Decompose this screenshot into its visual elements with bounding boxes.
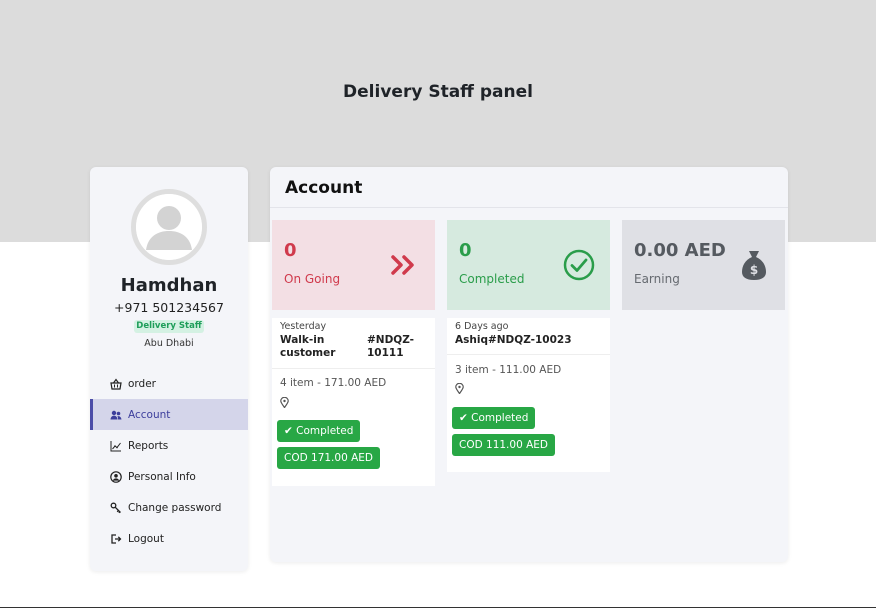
sidebar-menu: order Account Reports Personal Info Chan… bbox=[90, 368, 248, 554]
profile-location: Abu Dhabi bbox=[144, 338, 194, 349]
location-pin-icon bbox=[280, 397, 289, 408]
chart-icon bbox=[109, 439, 122, 452]
order-card[interactable]: 6 Days ago Ashiq#NDQZ-10023 3 item - 111… bbox=[447, 318, 610, 472]
profile-phone: +971 501234567 bbox=[114, 300, 224, 315]
money-bag-icon: $ bbox=[742, 251, 766, 280]
location-pin-icon bbox=[455, 383, 464, 394]
role-badge: Delivery Staff bbox=[134, 320, 204, 333]
logout-icon bbox=[109, 532, 122, 545]
order-summary: 3 item - 111.00 AED bbox=[455, 364, 562, 376]
order-customer-line: Walk-in bbox=[280, 334, 325, 346]
user-avatar-icon bbox=[136, 194, 202, 260]
order-customer: Walk-in customer bbox=[280, 334, 335, 360]
account-panel: Account 0 On Going 0 Completed 0.00 AED … bbox=[270, 167, 788, 562]
cod-payment-button[interactable]: COD 111.00 AED bbox=[452, 434, 555, 456]
sidebar-item-change-password[interactable]: Change password bbox=[90, 492, 248, 523]
profile-name: Hamdhan bbox=[120, 275, 218, 296]
panel-title: Account bbox=[285, 178, 363, 198]
page-title: Delivery Staff panel bbox=[343, 82, 533, 102]
stat-value: 0.00 AED bbox=[634, 240, 726, 261]
user-circle-icon bbox=[109, 470, 122, 483]
basket-icon bbox=[109, 377, 122, 390]
stat-value: 0 bbox=[459, 240, 472, 261]
stat-label: On Going bbox=[284, 272, 341, 286]
order-id-line: #NDQZ- bbox=[367, 334, 415, 346]
stat-card-completed[interactable]: 0 Completed bbox=[447, 220, 610, 310]
order-id-line: 10111 bbox=[367, 347, 404, 359]
stat-card-ongoing[interactable]: 0 On Going bbox=[272, 220, 435, 310]
sidebar-item-personal-info[interactable]: Personal Info bbox=[90, 461, 248, 492]
order-title: Ashiq#NDQZ-10023 bbox=[455, 334, 572, 346]
sidebar-item-account[interactable]: Account bbox=[90, 399, 248, 430]
sidebar-item-label: Personal Info bbox=[128, 470, 196, 483]
order-time: Yesterday bbox=[280, 321, 327, 332]
order-id: #NDQZ- 10111 bbox=[367, 334, 414, 360]
divider bbox=[272, 368, 435, 369]
order-customer-line: customer bbox=[280, 347, 336, 359]
sidebar-item-label: order bbox=[128, 377, 156, 390]
divider bbox=[447, 354, 610, 355]
order-time: 6 Days ago bbox=[455, 321, 509, 332]
sidebar-item-reports[interactable]: Reports bbox=[90, 430, 248, 461]
stat-card-earning[interactable]: 0.00 AED Earning $ bbox=[622, 220, 785, 310]
sidebar-item-order[interactable]: order bbox=[90, 368, 248, 399]
stat-label: Completed bbox=[459, 272, 525, 286]
order-card[interactable]: Yesterday Walk-in customer #NDQZ- 10111 … bbox=[272, 318, 435, 486]
sidebar-item-logout[interactable]: Logout bbox=[90, 523, 248, 554]
avatar bbox=[131, 189, 207, 265]
stat-value: 0 bbox=[284, 240, 297, 261]
stat-label: Earning bbox=[634, 272, 680, 286]
completed-status-button[interactable]: ✔ Completed bbox=[452, 407, 536, 429]
sidebar-item-label: Logout bbox=[128, 532, 164, 545]
svg-text:$: $ bbox=[750, 263, 758, 277]
cod-payment-button[interactable]: COD 171.00 AED bbox=[277, 447, 380, 469]
order-summary: 4 item - 171.00 AED bbox=[280, 377, 387, 389]
check-circle-icon bbox=[563, 249, 595, 281]
users-icon bbox=[109, 408, 122, 421]
footer-divider bbox=[0, 607, 876, 608]
sidebar-item-label: Account bbox=[128, 408, 171, 421]
sidebar: Hamdhan +971 501234567 Delivery Staff Ab… bbox=[90, 167, 248, 571]
double-chevron-right-icon bbox=[391, 255, 414, 275]
key-icon bbox=[109, 501, 122, 514]
panel-header: Account bbox=[270, 167, 788, 208]
sidebar-item-label: Reports bbox=[128, 439, 169, 452]
sidebar-item-label: Change password bbox=[128, 501, 222, 514]
completed-status-button[interactable]: ✔ Completed bbox=[277, 420, 361, 442]
